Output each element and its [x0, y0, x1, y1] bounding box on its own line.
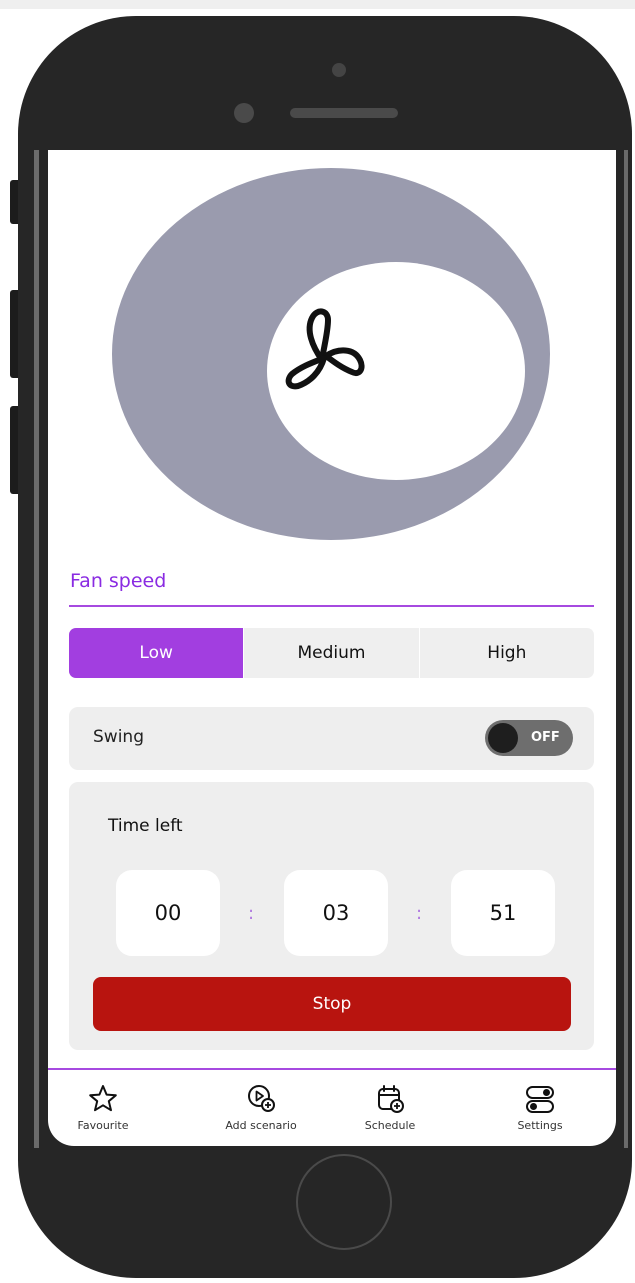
screen-edge-right [624, 150, 628, 1148]
fan-speed-divider [69, 605, 594, 607]
star-icon [89, 1085, 117, 1112]
nav-settings-label: Settings [517, 1119, 563, 1132]
fan-icon [285, 308, 365, 390]
top-strip [0, 0, 635, 9]
earpiece-speaker [290, 108, 398, 118]
speed-high-button[interactable]: High [420, 628, 594, 678]
nav-schedule[interactable]: Schedule [335, 1082, 445, 1132]
timer-seconds: 51 [451, 870, 555, 956]
proximity-sensor [332, 63, 346, 77]
timer-hours: 00 [116, 870, 220, 956]
fan-speed-selector: Low Medium High [69, 628, 594, 678]
swing-toggle[interactable]: OFF [485, 720, 573, 756]
speed-low-button[interactable]: Low [69, 628, 245, 678]
nav-favourite[interactable]: Favourite [48, 1082, 158, 1132]
swing-row: Swing OFF [69, 707, 594, 770]
bottom-nav-divider [48, 1068, 616, 1070]
swing-label: Swing [93, 727, 144, 747]
speed-medium-button[interactable]: Medium [244, 628, 420, 678]
nav-settings[interactable]: Settings [485, 1082, 595, 1132]
timer-separator: : [416, 903, 423, 924]
nav-add-scenario[interactable]: Add scenario [206, 1082, 316, 1132]
add-scenario-icon [248, 1085, 275, 1112]
toggle-knob [488, 723, 518, 753]
toggle-state-text: OFF [531, 730, 560, 745]
nav-schedule-label: Schedule [364, 1119, 416, 1132]
nav-add-scenario-label: Add scenario [225, 1119, 297, 1132]
screen-edge-left [34, 150, 39, 1148]
front-camera [234, 103, 254, 123]
fan-speed-label: Fan speed [70, 570, 167, 592]
settings-toggle-icon [526, 1086, 554, 1113]
home-button[interactable] [296, 1154, 392, 1250]
app-screen: Fan speed Low Medium High Swing OFF Time… [48, 150, 616, 1146]
timer-panel: Time left 00 : 03 : 51 Stop [69, 782, 594, 1050]
time-left-label: Time left [108, 816, 183, 836]
calendar-add-icon [378, 1085, 404, 1113]
nav-favourite-label: Favourite [77, 1119, 129, 1132]
timer-minutes: 03 [284, 870, 388, 956]
stop-button[interactable]: Stop [93, 977, 571, 1031]
timer-separator: : [248, 903, 255, 924]
